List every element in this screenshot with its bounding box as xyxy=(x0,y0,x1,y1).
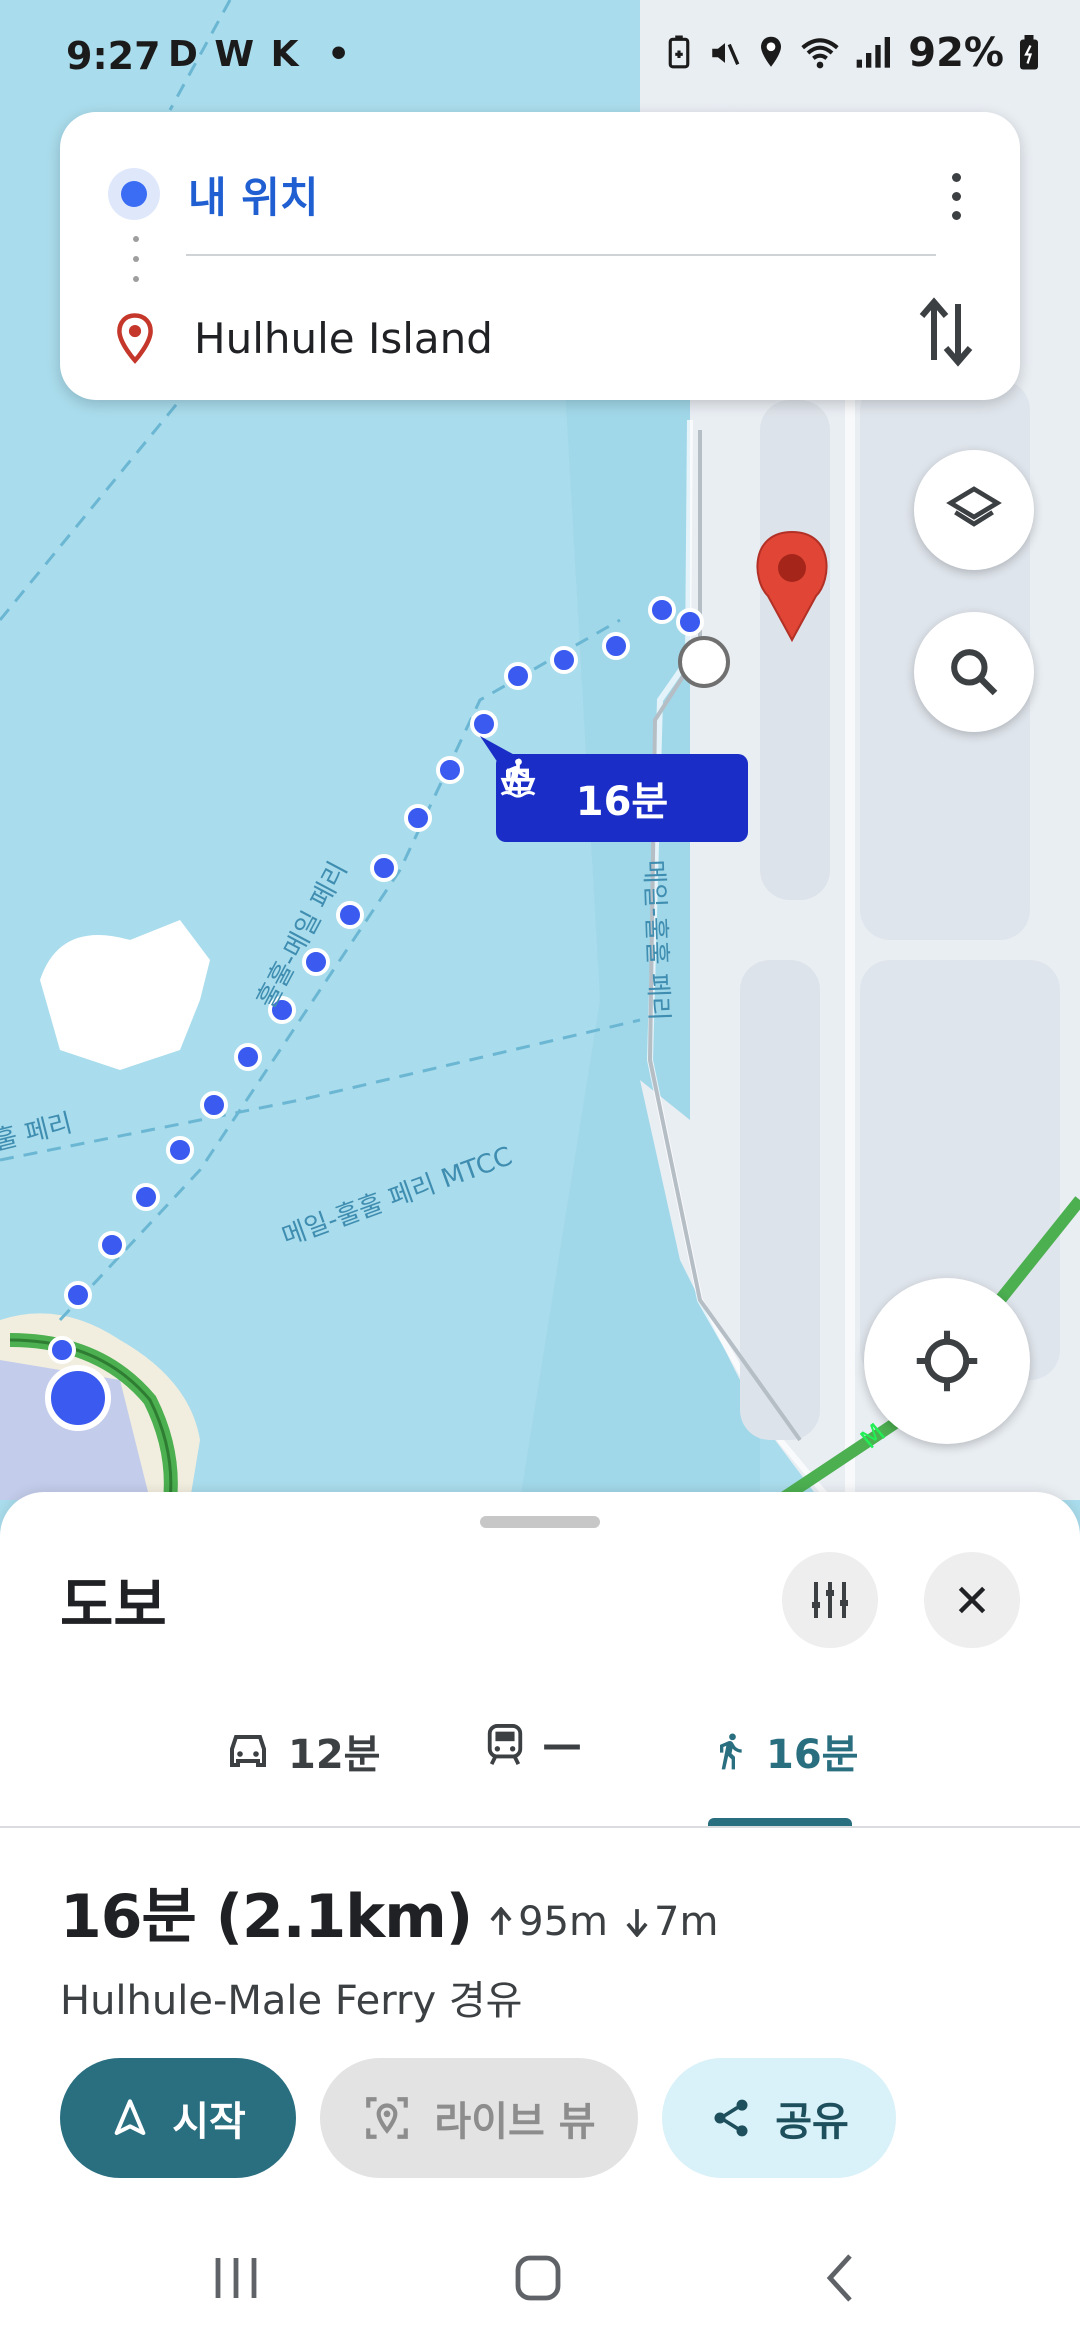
share-label: 공유 xyxy=(775,2099,849,2145)
origin-label[interactable]: 내 위치 xyxy=(188,164,319,225)
train-icon xyxy=(487,1723,523,1765)
route-via: Hulhule-Male Ferry 경유 xyxy=(60,1978,523,2024)
close-button[interactable] xyxy=(924,1552,1020,1648)
arrow-down-icon xyxy=(626,1909,648,1937)
destination-row[interactable]: Hulhule Island xyxy=(114,298,493,378)
live-view-button[interactable]: 라이브 뷰 xyxy=(320,2058,638,2178)
my-location-icon xyxy=(916,1330,978,1392)
system-nav-bar xyxy=(0,2220,1080,2340)
route-label-pointer xyxy=(480,736,520,766)
tab-transit-label: — xyxy=(542,1722,582,1768)
tab-transit[interactable]: — xyxy=(484,1722,582,1768)
battery-icon xyxy=(1020,35,1038,70)
live-view-label: 라이브 뷰 xyxy=(434,2099,596,2145)
sheet-title: 도보 xyxy=(60,1571,167,1639)
tab-walk-label: 16분 xyxy=(766,1732,859,1778)
my-location-button[interactable] xyxy=(864,1278,1030,1444)
notification-icons: D W K • xyxy=(168,34,353,75)
route-time-label[interactable]: 16분 xyxy=(496,754,748,842)
my-location-dot xyxy=(45,1365,111,1431)
search-button[interactable] xyxy=(914,612,1034,732)
home-icon[interactable] xyxy=(508,2250,568,2306)
arrow-up-icon xyxy=(490,1907,512,1935)
car-icon xyxy=(230,1735,266,1767)
signal-icon xyxy=(856,37,891,68)
walk-icon xyxy=(720,1733,742,1770)
ascent: 95m xyxy=(490,1899,608,1945)
route-time-text: 16분 xyxy=(575,779,669,825)
navigation-icon xyxy=(114,2099,146,2135)
status-bar: 9:27 D W K • 92% xyxy=(0,0,1080,110)
close-icon xyxy=(958,1586,986,1614)
status-right: 92% xyxy=(664,30,1040,76)
battery-percent: 92% xyxy=(908,30,1004,76)
back-icon[interactable] xyxy=(812,2250,872,2306)
route-summary: 16분 (2.1km) 95m 7m xyxy=(60,1868,718,1955)
share-button[interactable]: 공유 xyxy=(662,2058,896,2178)
layers-button[interactable] xyxy=(914,450,1034,570)
share-icon xyxy=(714,2099,748,2137)
tab-car[interactable]: 12분 xyxy=(224,1722,380,1780)
search-icon xyxy=(951,649,998,696)
route-options-button[interactable] xyxy=(782,1552,878,1648)
layers-icon xyxy=(946,486,1002,527)
wifi-icon xyxy=(801,38,839,69)
tune-icon xyxy=(812,1582,848,1618)
tab-walk[interactable]: 16분 xyxy=(710,1722,858,1780)
connector-dots xyxy=(132,236,140,296)
directions-card: 내 위치 Hulhule Island xyxy=(60,112,1020,400)
swap-icon[interactable] xyxy=(916,292,976,372)
destination-label[interactable]: Hulhule Island xyxy=(194,314,493,363)
sheet-drag-handle[interactable] xyxy=(480,1516,600,1528)
start-label: 시작 xyxy=(172,2099,246,2145)
location-icon xyxy=(761,36,782,67)
route-duration-distance: 16분 (2.1km) xyxy=(60,1882,473,1952)
battery-saver-icon xyxy=(668,35,690,69)
tabs-divider xyxy=(0,1826,1080,1828)
destination-pin-icon xyxy=(117,313,153,364)
map-label-ferry-3: 메일-훌훌 페리 xyxy=(638,859,674,1021)
recents-icon[interactable] xyxy=(206,2250,266,2306)
card-divider xyxy=(186,254,936,256)
more-vert-icon[interactable] xyxy=(936,158,976,234)
origin-dot-icon xyxy=(108,168,160,220)
ferry-stop-marker xyxy=(678,636,730,688)
live-view-icon xyxy=(366,2097,409,2139)
descent: 7m xyxy=(626,1899,718,1945)
tab-car-label: 12분 xyxy=(288,1732,381,1778)
start-button[interactable]: 시작 xyxy=(60,2058,296,2178)
status-time: 9:27 xyxy=(66,34,161,78)
mute-icon xyxy=(712,43,740,66)
origin-row[interactable]: 내 위치 xyxy=(108,154,319,234)
